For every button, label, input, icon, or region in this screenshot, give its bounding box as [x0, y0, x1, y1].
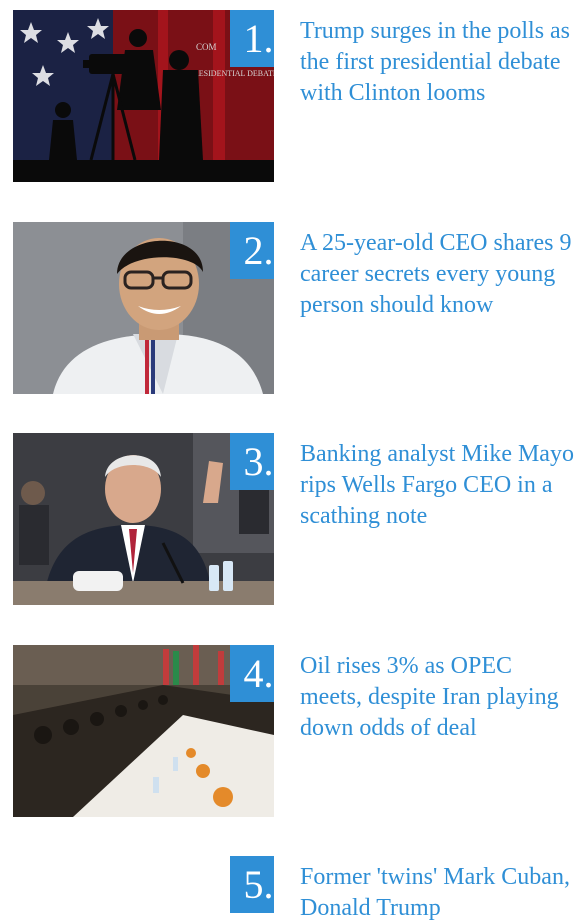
- story-headline-link[interactable]: A 25-year-old CEO shares 9 career secret…: [300, 228, 579, 321]
- story-headline-link[interactable]: Banking analyst Mike Mayo rips Wells Far…: [300, 439, 579, 532]
- story-thumbnail[interactable]: 2.: [13, 222, 274, 394]
- story-rank-badge: 1.: [230, 10, 274, 67]
- story-headline-link[interactable]: Former 'twins' Mark Cuban, Donald Trump: [300, 862, 579, 920]
- trending-stories-list: COM PRESIDENTIAL DEBATES 1. Trump surges…: [0, 0, 579, 920]
- story-item[interactable]: 2. A 25-year-old CEO shares 9 career sec…: [0, 222, 579, 394]
- story-item[interactable]: 4. Oil rises 3% as OPEC meets, despite I…: [0, 645, 579, 817]
- story-headline-link[interactable]: Trump surges in the polls as the first p…: [300, 16, 579, 109]
- story-rank-badge: 3.: [230, 433, 274, 490]
- story-rank-badge: 4.: [230, 645, 274, 702]
- story-item[interactable]: COM PRESIDENTIAL DEBATES 1. Trump surges…: [0, 10, 579, 182]
- story-thumbnail[interactable]: 3.: [13, 433, 274, 605]
- story-item[interactable]: 3. Banking analyst Mike Mayo rips Wells …: [0, 433, 579, 605]
- story-thumbnail[interactable]: 5.: [13, 856, 274, 920]
- story-item[interactable]: 5. Former 'twins' Mark Cuban, Donald Tru…: [0, 856, 579, 920]
- debate-banner-text: PRESIDENTIAL DEBATES: [189, 69, 274, 78]
- story-rank-badge: 2.: [230, 222, 274, 279]
- debate-banner-text-fragment: COM: [196, 42, 217, 52]
- story-headline-link[interactable]: Oil rises 3% as OPEC meets, despite Iran…: [300, 651, 579, 744]
- story-thumbnail[interactable]: COM PRESIDENTIAL DEBATES 1.: [13, 10, 274, 182]
- story-rank-badge: 5.: [230, 856, 274, 913]
- story-thumbnail[interactable]: 4.: [13, 645, 274, 817]
